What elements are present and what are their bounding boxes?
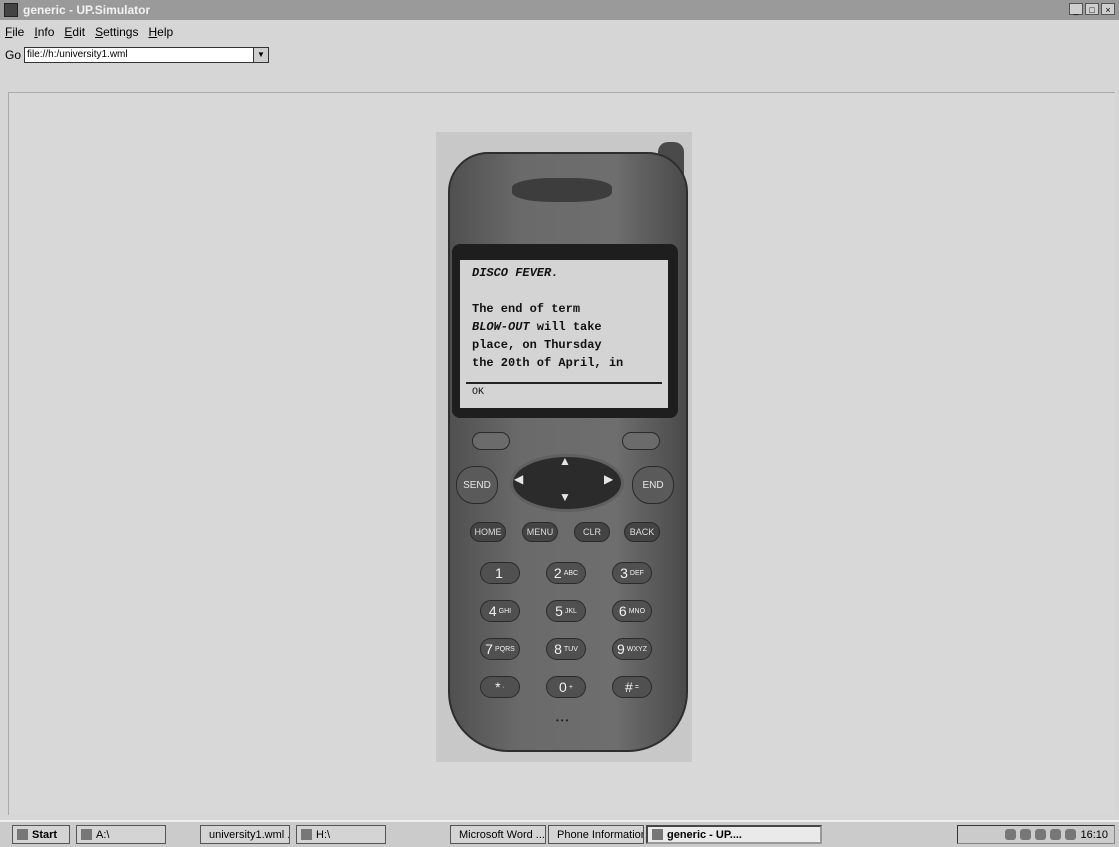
nav-down-icon[interactable]: ▼ — [559, 490, 571, 504]
menu-settings[interactable]: Settings — [90, 25, 143, 39]
menu-help[interactable]: Help — [143, 25, 178, 39]
user-icon[interactable] — [1065, 829, 1077, 840]
maximize-button[interactable]: □ — [1085, 3, 1099, 15]
system-tray: 16:10 — [957, 825, 1115, 844]
key-0[interactable]: 0 + — [546, 676, 586, 698]
app-icon — [4, 3, 18, 17]
speaker-icon[interactable] — [1035, 829, 1047, 840]
url-dropdown-button[interactable]: ▼ — [253, 47, 270, 63]
key-6[interactable]: 6 MNO — [612, 600, 652, 622]
nav-up-icon[interactable]: ▲ — [559, 454, 571, 468]
network-icon[interactable] — [1020, 829, 1032, 840]
softkey-ok[interactable]: OK — [472, 384, 484, 402]
phone-body — [448, 152, 688, 752]
go-bar: Go file://h:/university1.wml ▼ — [0, 44, 1119, 66]
screen-line: BLOW-OUT will take — [472, 320, 602, 334]
taskbar-item-university-wml[interactable]: university1.wml ... — [200, 825, 290, 844]
screen-line: The end of term — [472, 302, 581, 316]
phone-icon — [652, 829, 663, 840]
key-5[interactable]: 5 JKL — [546, 600, 586, 622]
taskbar-item-phone-information[interactable]: Phone Information — [548, 825, 644, 844]
menu-info[interactable]: Info — [29, 25, 59, 39]
antivirus-icon[interactable] — [1005, 829, 1017, 840]
taskbar-item-h-drive[interactable]: H:\ — [296, 825, 386, 844]
go-label: Go — [5, 48, 22, 62]
window-controls: _ □ × — [1069, 3, 1115, 15]
menu-edit[interactable]: Edit — [59, 25, 90, 39]
menu-button[interactable]: MENU — [522, 522, 558, 542]
title-bar: generic - UP.Simulator _ □ × — [0, 0, 1119, 20]
key-4[interactable]: 4 GHI — [480, 600, 520, 622]
phone-screen: DISCO FEVER. The end of term BLOW-OUT wi… — [460, 260, 668, 408]
screen-line: place, on Thursday — [472, 338, 602, 352]
home-button[interactable]: HOME — [470, 522, 506, 542]
monitor-icon[interactable] — [1050, 829, 1062, 840]
start-button[interactable]: Start — [12, 825, 70, 844]
window-title: generic - UP.Simulator — [23, 3, 151, 17]
microphone-icon: ••• — [556, 716, 571, 725]
key-hash[interactable]: # = — [612, 676, 652, 698]
key-9[interactable]: 9 WXYZ — [612, 638, 652, 660]
key-3[interactable]: 3 DEF — [612, 562, 652, 584]
key-1[interactable]: 1 — [480, 562, 520, 584]
windows-logo-icon — [17, 829, 28, 840]
nav-left-icon[interactable]: ◀ — [514, 472, 523, 486]
key-8[interactable]: 8 TUV — [546, 638, 586, 660]
menu-bar: File Info Edit Settings Help — [0, 22, 1119, 42]
clock[interactable]: 16:10 — [1080, 829, 1108, 841]
close-button[interactable]: × — [1101, 3, 1115, 15]
key-star[interactable]: * · — [480, 676, 520, 698]
send-button[interactable]: SEND — [456, 466, 498, 504]
earpiece — [512, 178, 612, 202]
taskbar: Start A:\ university1.wml ... H:\ Micros… — [0, 820, 1119, 847]
screen-line: DISCO FEVER. — [472, 266, 559, 280]
left-softkey-button[interactable] — [472, 432, 510, 450]
url-input[interactable]: file://h:/university1.wml — [24, 47, 255, 63]
taskbar-item-word[interactable]: Microsoft Word ... — [450, 825, 546, 844]
key-2[interactable]: 2 ABC — [546, 562, 586, 584]
taskbar-item-generic-up[interactable]: generic - UP.... — [646, 825, 822, 844]
nav-right-icon[interactable]: ▶ — [604, 472, 613, 486]
menu-file[interactable]: File — [0, 25, 29, 39]
screen-line: the 20th of April, in — [472, 356, 624, 370]
minimize-button[interactable]: _ — [1069, 3, 1083, 15]
key-7[interactable]: 7 PQRS — [480, 638, 520, 660]
softkey-divider — [466, 382, 662, 384]
end-button[interactable]: END — [632, 466, 674, 504]
right-softkey-button[interactable] — [622, 432, 660, 450]
folder-icon — [81, 829, 92, 840]
taskbar-item-a-drive[interactable]: A:\ — [76, 825, 166, 844]
clr-button[interactable]: CLR — [574, 522, 610, 542]
back-button[interactable]: BACK — [624, 522, 660, 542]
network-drive-icon — [301, 829, 312, 840]
